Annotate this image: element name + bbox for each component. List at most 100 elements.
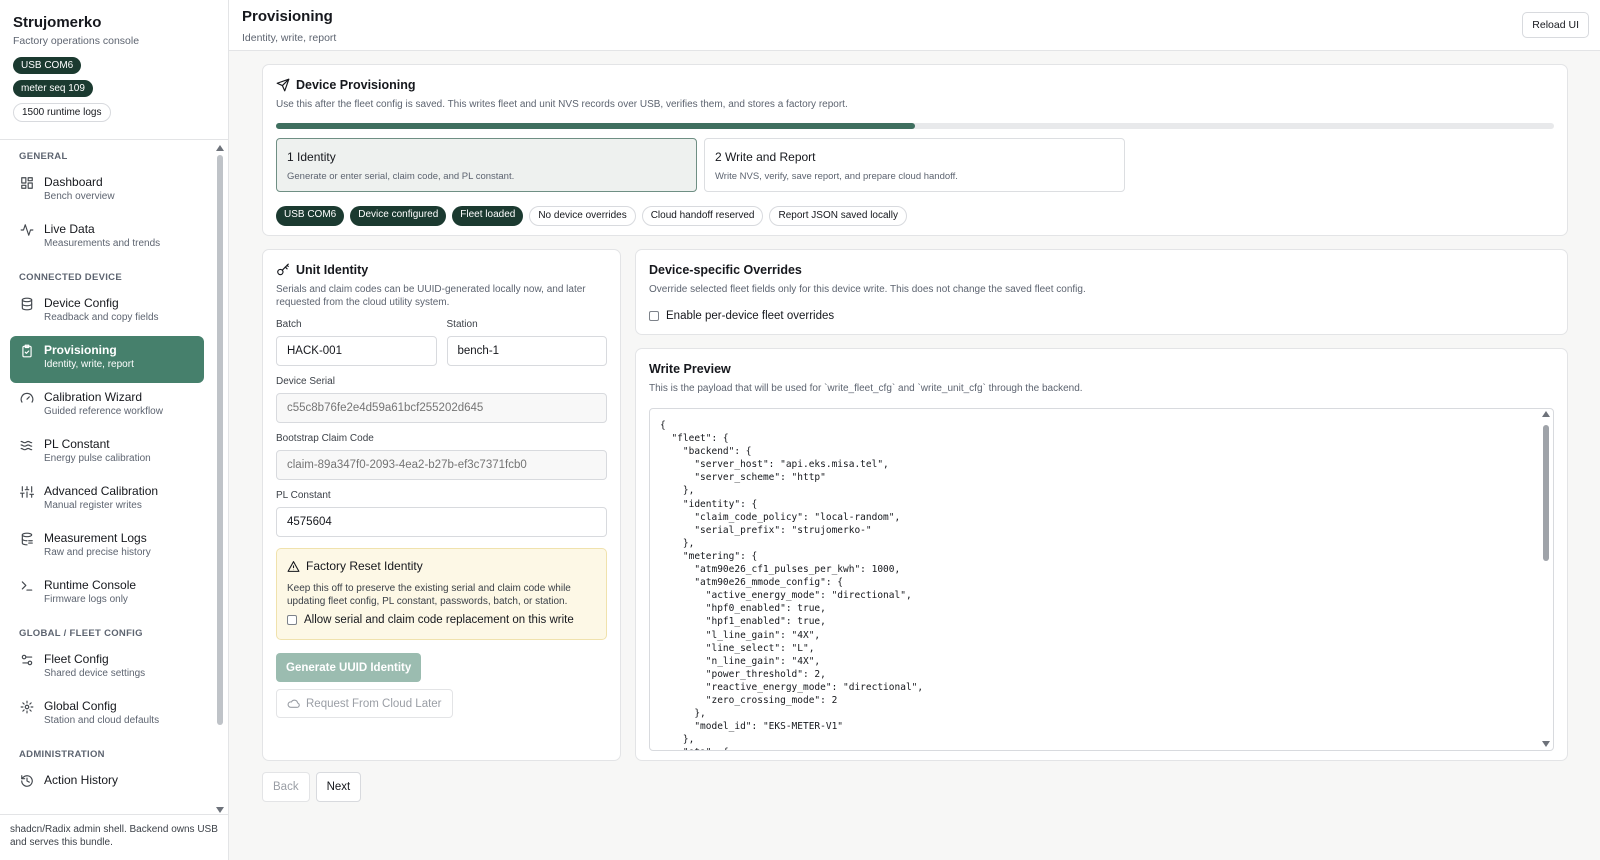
- progress-fill: [276, 123, 915, 129]
- pl-constant-label: PL Constant: [276, 490, 331, 501]
- sidebar-item-sublabel: Identity, write, report: [44, 359, 134, 370]
- warning-title-row: Factory Reset Identity: [287, 559, 596, 573]
- sidebar-item-sublabel: Manual register writes: [44, 500, 142, 511]
- sidebar-item-sublabel: Energy pulse calibration: [44, 453, 151, 464]
- status-badges: USB COM6 Device configured Fleet loaded No …: [276, 206, 1554, 226]
- gear-icon: [20, 700, 34, 714]
- allow-replacement-checkbox[interactable]: [287, 615, 297, 625]
- warning-description: Keep this off to preserve the existing s…: [287, 583, 571, 607]
- page-subtitle: Identity, write, report: [242, 32, 337, 44]
- device-overrides-card: Device-specific Overrides Override selec…: [635, 249, 1568, 335]
- status-badge: No device overrides: [529, 206, 636, 226]
- batch-input[interactable]: [276, 336, 437, 366]
- nav-section-heading: CONNECTED DEVICE: [19, 272, 122, 283]
- activity-icon: [20, 223, 34, 237]
- sidebar-item-provisioning[interactable]: Provisioning Identity, write, report: [10, 336, 204, 383]
- allow-replacement-label: Allow serial and claim code replacement …: [304, 614, 574, 626]
- status-badge: Report JSON saved locally: [769, 206, 907, 226]
- write-preview-card: Write Preview This is the payload that w…: [635, 348, 1568, 761]
- waves-icon: [20, 438, 34, 452]
- runtime-logs-chip: 1500 runtime logs: [13, 103, 111, 122]
- request-from-cloud-label: Request From Cloud Later: [306, 697, 442, 710]
- step-write-and-report[interactable]: 2 Write and Report Write NVS, verify, sa…: [704, 138, 1125, 192]
- sidebar-item-calibration-wizard[interactable]: Calibration Wizard Guided reference workf…: [10, 383, 204, 430]
- sidebar-item-label: Action History: [44, 773, 119, 787]
- sidebar-scrollbar[interactable]: [216, 145, 224, 813]
- code-scroll-thumb[interactable]: [1543, 425, 1549, 561]
- provisioning-title-row: Device Provisioning: [276, 78, 1554, 92]
- sidebar-item-sublabel: Measurements and trends: [44, 238, 161, 249]
- sidebar-item-fleet-config[interactable]: Fleet Config Shared device settings: [10, 645, 204, 692]
- sidebar-item-dashboard[interactable]: Dashboard Bench overview: [10, 168, 204, 215]
- next-button[interactable]: Next: [315, 772, 362, 802]
- payload-json: { "fleet": { "backend": { "server_host":…: [660, 420, 924, 750]
- allow-replacement-checkbox-row[interactable]: Allow serial and claim code replacement …: [287, 614, 596, 626]
- device-serial-input[interactable]: [276, 393, 607, 423]
- sidebar-item-sublabel: Shared device settings: [44, 668, 146, 679]
- overrides-description: Override selected fleet fields only for …: [649, 284, 1086, 295]
- reload-ui-button[interactable]: Reload UI: [1522, 12, 1589, 38]
- sidebar-item-label: Calibration Wizard: [44, 390, 143, 404]
- sidebar-item-device-config[interactable]: Device Config Readback and copy fields: [10, 289, 204, 336]
- clipboard-check-icon: [20, 344, 34, 358]
- sidebar-item-live-data[interactable]: Live Data Measurements and trends: [10, 215, 204, 262]
- page-title: Provisioning: [242, 8, 333, 25]
- station-input[interactable]: [446, 336, 607, 366]
- nav-section-heading: GLOBAL / FLEET CONFIG: [19, 628, 143, 639]
- sidebar-item-label: Fleet Config: [44, 652, 109, 666]
- sidebar-item-sublabel: Readback and copy fields: [44, 312, 159, 323]
- overrides-title: Device-specific Overrides: [649, 263, 802, 277]
- request-from-cloud-button[interactable]: Request From Cloud Later: [276, 689, 453, 718]
- unit-identity-description: Serials and claim codes can be UUID-gene…: [276, 284, 586, 308]
- scroll-down-arrow-icon[interactable]: [216, 807, 224, 813]
- sidebar-nav: GENERAL Dashboard Bench overview Live Data M…: [0, 141, 214, 814]
- sidebar-item-label: Global Config: [44, 699, 117, 713]
- sidebar-scroll-thumb[interactable]: [217, 155, 223, 725]
- sidebar-item-pl-constant[interactable]: PL Constant Energy pulse calibration: [10, 430, 204, 477]
- step-title: 1 Identity: [287, 150, 336, 164]
- sidebar-item-label: Device Config: [44, 296, 119, 310]
- unit-identity-title: Unit Identity: [296, 263, 369, 277]
- unit-identity-card: Unit Identity Serials and claim codes ca…: [262, 249, 621, 761]
- payload-code-viewer[interactable]: { "fleet": { "backend": { "server_host":…: [649, 408, 1554, 751]
- sidebar-item-advanced-calibration[interactable]: Advanced Calibration Manual register writ…: [10, 477, 204, 524]
- step-description: Generate or enter serial, claim code, an…: [287, 171, 515, 182]
- pl-constant-input[interactable]: [276, 507, 607, 537]
- enable-overrides-checkbox[interactable]: [649, 311, 659, 321]
- sidebar-item-action-history[interactable]: Action History: [10, 766, 204, 813]
- sidebar-item-label: Runtime Console: [44, 578, 137, 592]
- step-description: Write NVS, verify, save report, and prep…: [715, 171, 958, 182]
- warning-triangle-icon: [287, 560, 300, 573]
- station-label: Station: [446, 319, 478, 330]
- scroll-down-arrow-icon[interactable]: [1542, 741, 1550, 747]
- sidebar-item-global-config[interactable]: Global Config Station and cloud defaults: [10, 692, 204, 739]
- settings-2-icon: [20, 653, 34, 667]
- terminal-icon: [20, 579, 34, 593]
- enable-overrides-checkbox-row[interactable]: Enable per-device fleet overrides: [649, 310, 1554, 322]
- sidebar-item-sublabel: Guided reference workflow: [44, 406, 163, 417]
- factory-reset-warning: Factory Reset Identity Keep this off to …: [276, 548, 607, 640]
- grid-icon: [20, 176, 34, 190]
- nav-section-heading: GENERAL: [19, 151, 68, 162]
- device-provisioning-card: Device Provisioning Use this after the f…: [262, 64, 1568, 236]
- scroll-up-arrow-icon[interactable]: [1542, 411, 1550, 417]
- scroll-up-arrow-icon[interactable]: [216, 145, 224, 151]
- batch-label: Batch: [276, 319, 302, 330]
- back-button[interactable]: Back: [262, 772, 310, 802]
- generate-uuid-button[interactable]: Generate UUID Identity: [276, 653, 422, 682]
- status-badge: Fleet loaded: [452, 206, 524, 226]
- device-serial-label: Device Serial: [276, 376, 335, 387]
- sidebar-item-runtime-console[interactable]: Runtime Console Firmware logs only: [10, 571, 204, 618]
- code-scrollbar[interactable]: [1542, 411, 1550, 747]
- history-icon: [20, 774, 34, 788]
- sidebar-item-sublabel: Firmware logs only: [44, 594, 128, 605]
- brand-header: Strujomerko Factory operations console U…: [0, 0, 228, 140]
- sidebar-item-measurement-logs[interactable]: Measurement Logs Raw and precise history: [10, 524, 204, 571]
- step-identity[interactable]: 1 Identity Generate or enter serial, cla…: [276, 138, 697, 192]
- claim-code-input[interactable]: [276, 450, 607, 480]
- app-subtitle: Factory operations console: [13, 35, 140, 47]
- provisioning-title: Device Provisioning: [296, 78, 416, 92]
- unit-identity-title-row: Unit Identity: [276, 263, 607, 277]
- usb-status-chip: USB COM6: [13, 57, 82, 74]
- cloud-icon: [287, 697, 300, 710]
